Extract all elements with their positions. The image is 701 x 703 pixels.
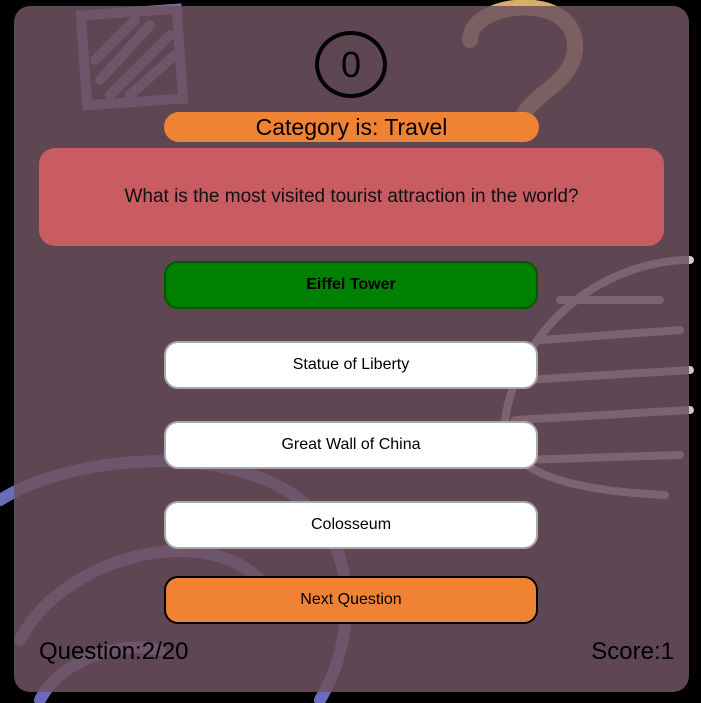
answer-label: Eiffel Tower [306,276,396,293]
answer-option-great-wall[interactable]: Great Wall of China [164,421,538,469]
answer-option-colosseum[interactable]: Colosseum [164,501,538,549]
answer-option-eiffel-tower[interactable]: Eiffel Tower [164,261,538,309]
answer-label: Great Wall of China [281,436,421,453]
question-counter: Question:2/20 [39,638,189,665]
question-box: What is the most visited tourist attract… [39,148,664,246]
timer-value: 0 [340,43,362,85]
category-label: Category is: Travel [255,113,448,140]
answer-option-statue-of-liberty[interactable]: Statue of Liberty [164,341,538,389]
category-pill: Category is: Travel [164,112,539,142]
answer-label: Statue of Liberty [292,356,410,373]
countdown-timer: 0 [315,31,387,98]
next-question-button[interactable]: Next Question [164,576,538,624]
question-text: What is the most visited tourist attract… [124,186,579,207]
answer-label: Colosseum [310,516,392,533]
next-question-label: Next Question [300,591,402,608]
score-display: Score:1 [591,638,674,665]
quiz-screen: 0 Category is: Travel What is the most v… [0,0,701,703]
